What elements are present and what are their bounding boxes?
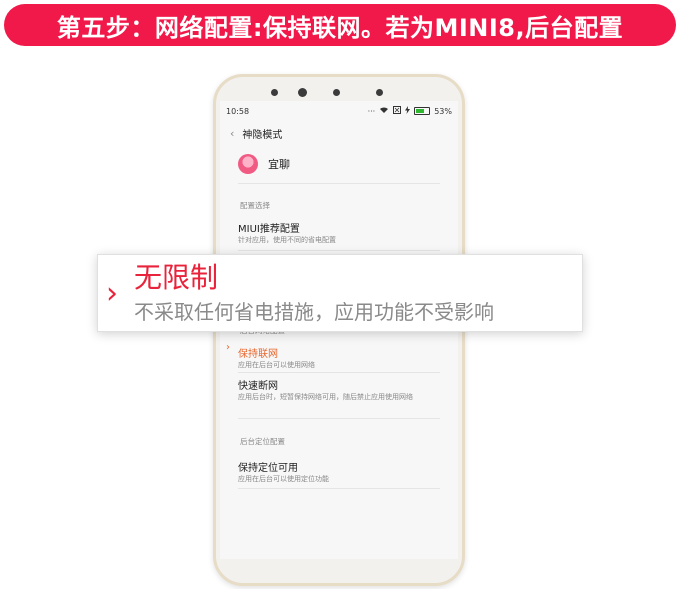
page-header: ‹ 神隐模式 (220, 121, 458, 145)
app-row: 宜聊 (238, 145, 440, 184)
signal-icon: ··· (367, 106, 376, 116)
option-keep-location[interactable]: 保持定位可用 应用在后台可以使用定位功能 (238, 453, 440, 489)
charging-icon (405, 106, 411, 116)
phone-sensor-mid (333, 89, 340, 96)
option-quick-disconnect[interactable]: 快速断网 应用后台时，短暂保持网络可用，随后禁止应用使用网络 (238, 373, 440, 419)
option-title: 保持定位可用 (238, 463, 298, 474)
chevron-right-icon: › (106, 276, 118, 311)
status-icons: ··· 53% (368, 106, 452, 116)
option-desc: 针对应用，使用不同的省电配置 (238, 236, 336, 244)
battery-icon (414, 107, 431, 115)
phone-camera (298, 88, 307, 97)
page-title: 神隐模式 (242, 129, 283, 141)
phone-sensor-right (376, 89, 383, 96)
sim-icon (393, 106, 402, 116)
selected-chevron-icon: › (226, 342, 230, 353)
app-name: 宜聊 (268, 158, 290, 171)
phone-sensor-left (271, 89, 278, 96)
status-time: 10:58 (226, 106, 250, 116)
back-icon[interactable]: ‹ (230, 127, 234, 140)
step-banner-text: 第五步：网络配置:保持联网。若为MINI8,后台配置 (56, 13, 624, 42)
option-desc: 应用在后台可以使用网络 (238, 361, 315, 369)
section-label-config: 配置选择 (240, 201, 270, 210)
option-desc: 应用后台时，短暂保持网络可用，随后禁止应用使用网络 (238, 393, 413, 401)
option-miui-recommended[interactable]: MIUI推荐配置 针对应用，使用不同的省电配置 (238, 220, 440, 251)
unrestricted-option-callout[interactable]: › 无限制 不采取任何省电措施，应用功能不受影响 (97, 254, 583, 332)
battery-percent: 53% (434, 106, 452, 116)
option-title: 快速断网 (238, 381, 278, 392)
callout-desc: 不采取任何省电措施，应用功能不受影响 (134, 300, 494, 324)
step-banner: 第五步：网络配置:保持联网。若为MINI8,后台配置 (4, 4, 676, 46)
status-bar: 10:58 ··· 53% (220, 101, 458, 121)
section-label-location: 后台定位配置 (240, 437, 285, 446)
callout-title: 无限制 (134, 261, 219, 294)
option-keep-network[interactable]: › 保持联网 应用在后台可以使用网络 (226, 341, 440, 373)
option-title: MIUI推荐配置 (238, 224, 300, 235)
app-avatar-icon (238, 154, 258, 174)
option-desc: 应用在后台可以使用定位功能 (238, 475, 329, 483)
option-title: 保持联网 (238, 349, 278, 360)
wifi-icon (379, 106, 389, 116)
